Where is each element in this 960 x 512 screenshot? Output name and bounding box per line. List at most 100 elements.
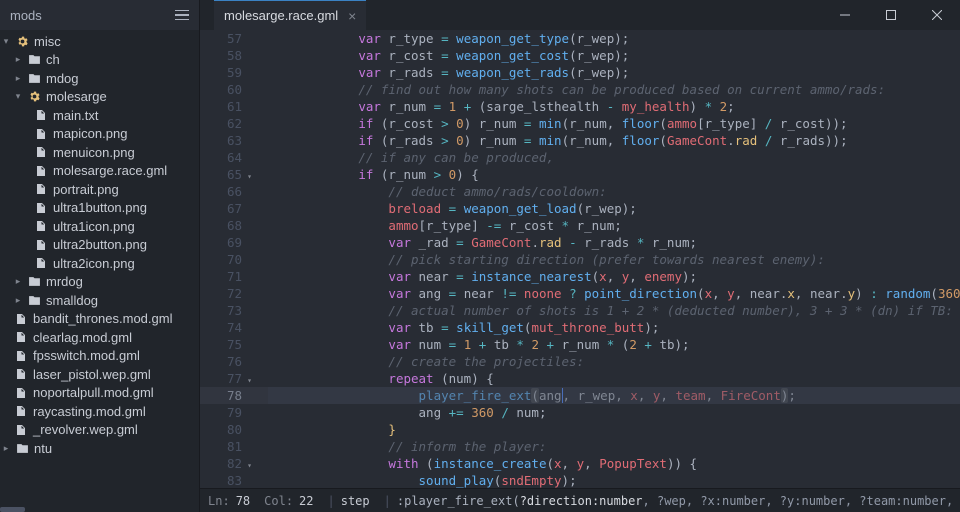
sidebar-h-scrollbar[interactable] (0, 507, 25, 512)
file-icon (34, 183, 48, 195)
tree-folder[interactable]: ▸ smalldog (0, 291, 199, 310)
status-ln-label: Ln: (208, 494, 230, 508)
caret-icon: ▾ (14, 91, 22, 102)
file-icon (34, 202, 48, 214)
tree-item-label: misc (34, 34, 61, 49)
status-col-value: 22 (299, 494, 313, 508)
file-icon (14, 331, 28, 343)
status-ln-value: 78 (236, 494, 250, 508)
folder-icon (27, 72, 41, 85)
gutter: 575859606162636465▾666768697071727374757… (200, 30, 254, 488)
fold-icon[interactable]: ▾ (247, 372, 252, 389)
file-icon (34, 220, 48, 232)
file-icon (34, 257, 48, 269)
tab-active[interactable]: molesarge.race.gml × (214, 0, 366, 30)
caret-icon: ▸ (14, 295, 22, 306)
tree-folder[interactable]: ▸mrdog (0, 273, 199, 292)
tree-file[interactable]: portrait.png (0, 180, 199, 199)
file-icon (34, 146, 48, 158)
tree-folder[interactable]: ▸ mdog (0, 69, 199, 88)
file-icon (34, 165, 48, 177)
tree-file[interactable]: main.txt (0, 106, 199, 125)
status-col-label: Col: (264, 494, 293, 508)
tree-file[interactable]: fpsswitch.mod.gml (0, 347, 199, 366)
hamburger-icon[interactable] (175, 10, 189, 21)
tree-item-label: ch (46, 52, 60, 67)
tree-item-label: laser_pistol.wep.gml (33, 367, 151, 382)
sidebar-title: mods (10, 8, 42, 23)
file-tree: ▾misc▸ch▸mdog▾molesargemain.txtmapicon.p… (0, 30, 199, 512)
file-icon (14, 424, 28, 436)
caret-icon: ▸ (14, 73, 22, 84)
code-text[interactable]: var r_type = weapon_get_type(r_wep); var… (254, 30, 960, 488)
window-controls (822, 0, 960, 30)
tab-label: molesarge.race.gml (224, 8, 338, 23)
tree-item-label: portrait.png (53, 182, 119, 197)
status-signature: :player_fire_ext(?direction:number, ?wep… (397, 494, 960, 508)
tree-folder[interactable]: ▾ misc (0, 32, 199, 51)
tree-item-label: smalldog (46, 293, 98, 308)
caret-icon: ▾ (2, 36, 10, 47)
tree-item-label: molesarge (46, 89, 107, 104)
tree-folder[interactable]: ▸ ntu (0, 439, 199, 458)
minimize-button[interactable] (822, 0, 868, 30)
fold-icon[interactable]: ▾ (247, 457, 252, 474)
folder-icon (15, 442, 29, 455)
tree-item-label: noportalpull.mod.gml (33, 385, 154, 400)
tree-item-label: clearlag.mod.gml (33, 330, 132, 345)
file-icon (14, 368, 28, 380)
tree-item-label: fpsswitch.mod.gml (33, 348, 140, 363)
tree-item-label: main.txt (53, 108, 99, 123)
tab-bar: molesarge.race.gml × (200, 0, 960, 30)
tree-item-label: ultra1icon.png (53, 219, 135, 234)
tree-item-label: mapicon.png (53, 126, 127, 141)
tree-file[interactable]: ultra2icon.png (0, 254, 199, 273)
tree-item-label: raycasting.mod.gml (33, 404, 146, 419)
close-icon[interactable]: × (348, 9, 356, 23)
folder-icon (27, 275, 41, 288)
file-icon (14, 350, 28, 362)
gear-icon (15, 35, 29, 48)
tree-item-label: menuicon.png (53, 145, 135, 160)
tree-item-label: mrdog (46, 274, 83, 289)
tree-item-label: bandit_thrones.mod.gml (33, 311, 172, 326)
tree-item-label: mdog (46, 71, 79, 86)
tree-item-label: ultra2icon.png (53, 256, 135, 271)
code-area[interactable]: 575859606162636465▾666768697071727374757… (200, 30, 960, 488)
tree-file[interactable]: _revolver.wep.gml (0, 421, 199, 440)
tree-file[interactable]: ultra1icon.png (0, 217, 199, 236)
close-button[interactable] (914, 0, 960, 30)
caret-icon: ▸ (2, 443, 10, 454)
tree-file[interactable]: mapicon.png (0, 125, 199, 144)
tree-item-label: ultra1button.png (53, 200, 147, 215)
tree-item-label: ntu (34, 441, 52, 456)
maximize-button[interactable] (868, 0, 914, 30)
tree-file[interactable]: raycasting.mod.gml (0, 402, 199, 421)
folder-icon (27, 294, 41, 307)
tree-item-label: ultra2button.png (53, 237, 147, 252)
tree-file[interactable]: ultra2button.png (0, 236, 199, 255)
tree-file[interactable]: molesarge.race.gml (0, 162, 199, 181)
gear-icon (27, 90, 41, 103)
file-icon (34, 128, 48, 140)
tree-file[interactable]: ultra1button.png (0, 199, 199, 218)
tree-item-label: molesarge.race.gml (53, 163, 167, 178)
file-icon (14, 405, 28, 417)
tree-folder[interactable]: ▸ch (0, 51, 199, 70)
editor: 575859606162636465▾666768697071727374757… (200, 30, 960, 512)
tree-file[interactable]: bandit_thrones.mod.gml (0, 310, 199, 329)
status-scope: step (341, 494, 370, 508)
tree-file[interactable]: noportalpull.mod.gml (0, 384, 199, 403)
tree-file[interactable]: laser_pistol.wep.gml (0, 365, 199, 384)
tree-file[interactable]: menuicon.png (0, 143, 199, 162)
folder-icon (27, 53, 41, 66)
tree-file[interactable]: clearlag.mod.gml (0, 328, 199, 347)
file-icon (14, 387, 28, 399)
tree-item-label: _revolver.wep.gml (33, 422, 138, 437)
fold-icon[interactable]: ▾ (247, 168, 252, 185)
status-bar: Ln: 78 Col: 22 | step | :player_fire_ext… (200, 488, 960, 512)
file-icon (34, 239, 48, 251)
tree-folder[interactable]: ▾ molesarge (0, 88, 199, 107)
sidebar-header: mods (0, 0, 200, 30)
file-icon (14, 313, 28, 325)
